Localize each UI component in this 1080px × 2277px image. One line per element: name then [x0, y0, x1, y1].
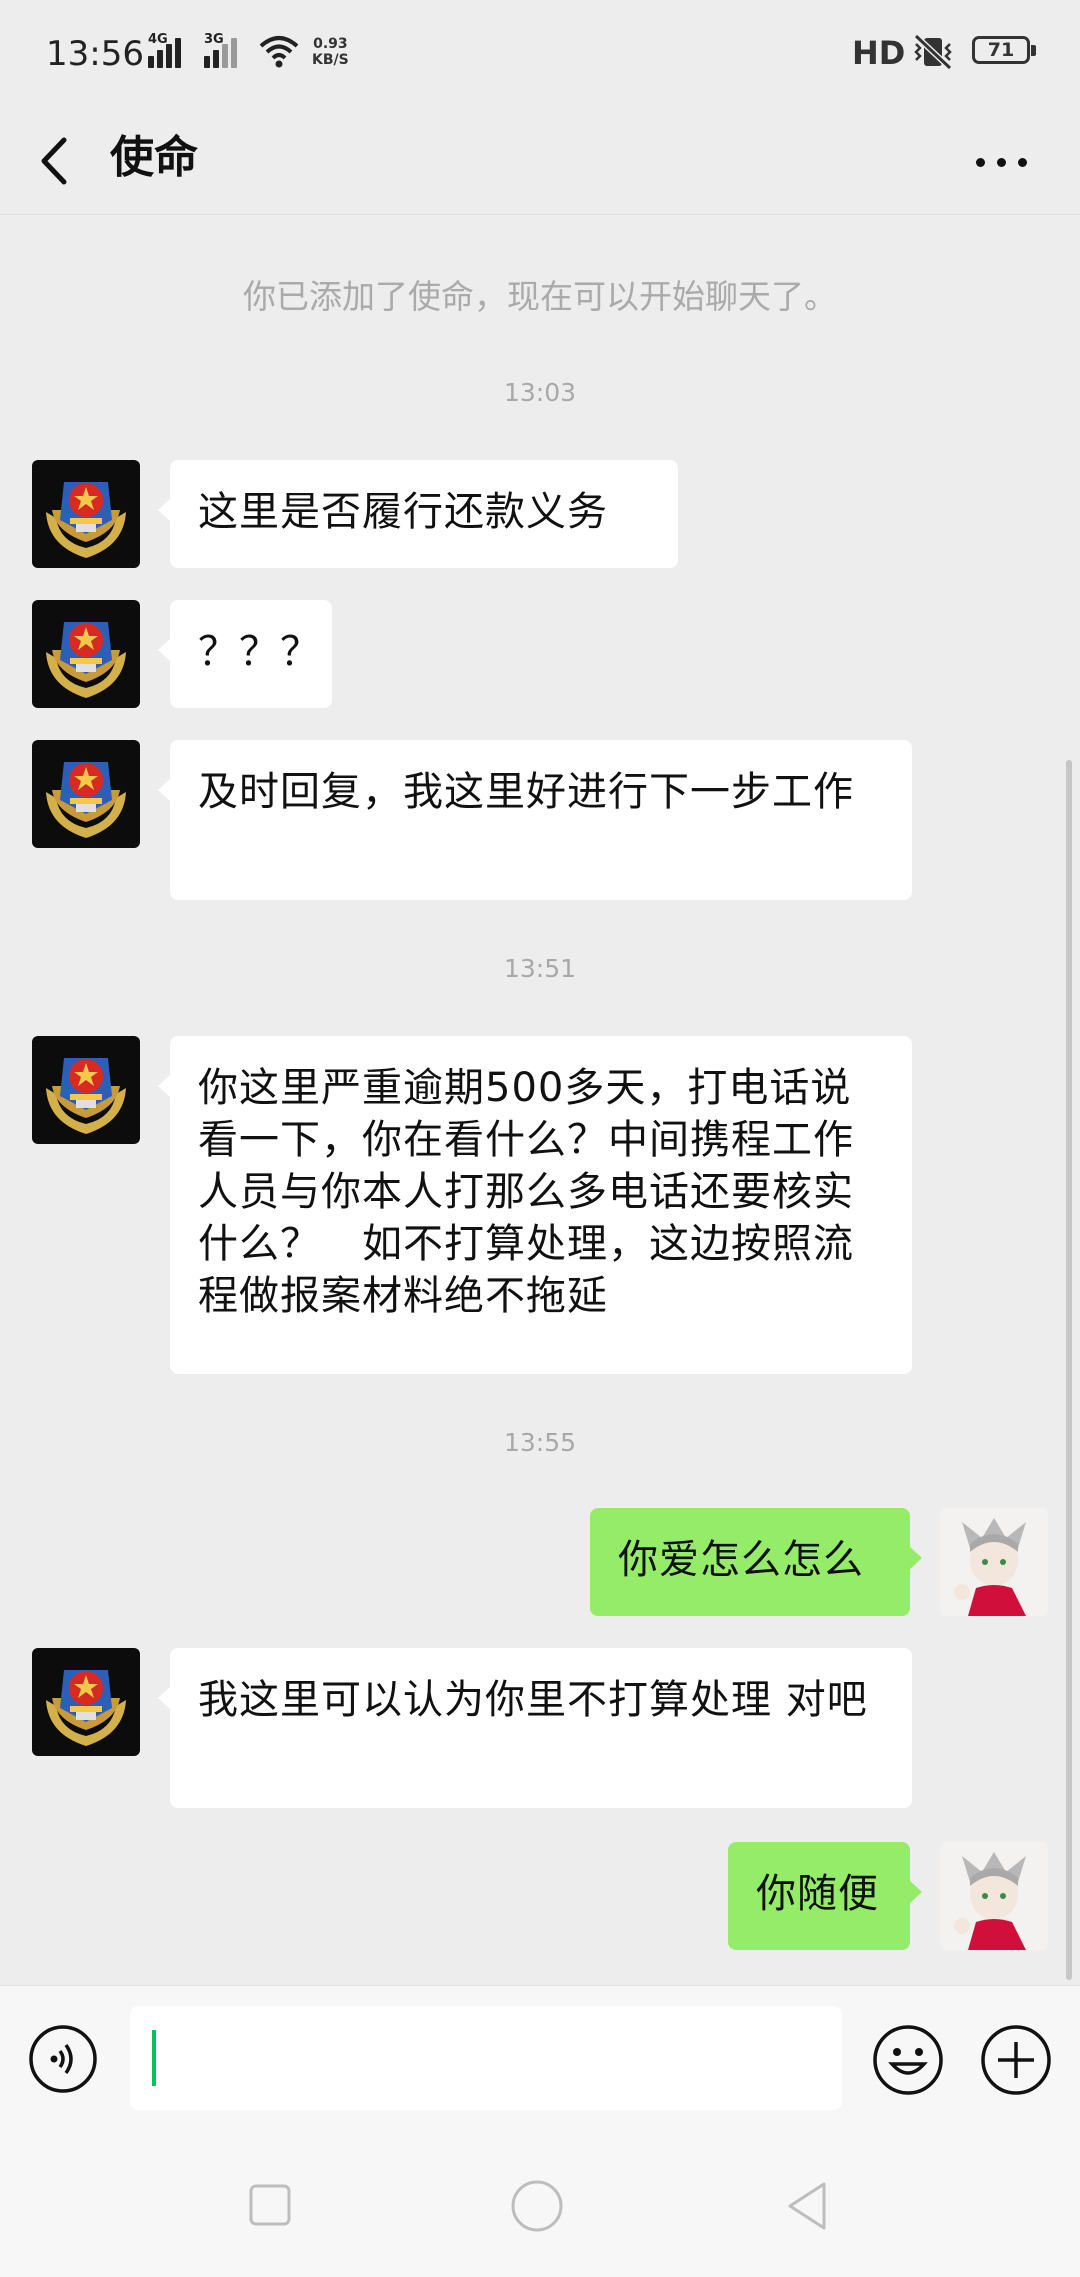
signal-3g-icon: 3G — [204, 32, 237, 68]
contact-avatar[interactable] — [32, 600, 140, 708]
timestamp: 13:03 — [503, 378, 577, 407]
status-bar: 13:56 4G 3G 0.93 KB/S HD 71 — [0, 0, 1080, 110]
signal-4g-icon: 4G — [148, 32, 181, 68]
contact-avatar[interactable] — [32, 1036, 140, 1144]
square-icon[interactable] — [248, 2183, 292, 2227]
more-dots-icon[interactable] — [976, 148, 1046, 176]
battery-icon: 71 — [972, 36, 1036, 64]
police-emblem-icon — [46, 762, 126, 838]
police-emblem-icon — [46, 1058, 126, 1134]
user-avatar[interactable] — [940, 1842, 1048, 1950]
message-bubble[interactable]: 这里是否履行还款义务 — [158, 460, 678, 568]
police-emblem-icon — [46, 1670, 126, 1746]
triangle-back-icon[interactable] — [784, 2179, 832, 2233]
voice-icon[interactable] — [28, 2024, 98, 2094]
input-bar — [0, 1985, 1080, 2126]
wifi-icon — [259, 36, 299, 68]
chat-title: 使命 — [110, 132, 198, 183]
status-time: 13:56 — [46, 34, 144, 74]
chat-scrollbar[interactable] — [1066, 760, 1072, 1980]
chat-header: 使命 — [0, 110, 1080, 214]
contact-avatar[interactable] — [32, 740, 140, 848]
system-message: 你已添加了使命，现在可以开始聊天了。 — [243, 277, 837, 316]
message-bubble-sent[interactable]: 你爱怎么怎么 — [590, 1508, 922, 1616]
police-emblem-icon — [46, 622, 126, 698]
vibrate-mute-icon — [913, 33, 953, 71]
header-divider — [0, 214, 1080, 215]
anime-avatar-icon — [940, 1508, 1048, 1616]
text-cursor — [152, 2030, 156, 2086]
plus-icon[interactable] — [980, 2024, 1052, 2096]
contact-avatar[interactable] — [32, 1648, 140, 1756]
circle-icon[interactable] — [510, 2179, 564, 2233]
timestamp: 13:55 — [503, 1428, 577, 1457]
hd-indicator: HD — [852, 34, 906, 72]
emoji-icon[interactable] — [872, 2024, 944, 2096]
system-nav-bar — [0, 2125, 1080, 2277]
message-input[interactable] — [130, 2006, 842, 2110]
police-emblem-icon — [46, 482, 126, 558]
network-speed: 0.93 KB/S — [312, 36, 349, 68]
message-bubble-sent[interactable]: 你随便 — [728, 1842, 922, 1950]
message-bubble[interactable]: 你这里严重逾期500多天，打电话说看一下，你在看什么？中间携程工作人员与你本人打… — [158, 1036, 912, 1374]
anime-avatar-icon — [940, 1842, 1048, 1950]
message-bubble[interactable]: 我这里可以认为你里不打算处理 对吧 — [158, 1648, 912, 1808]
user-avatar[interactable] — [940, 1508, 1048, 1616]
message-bubble[interactable]: ？？？ — [158, 600, 332, 708]
timestamp: 13:51 — [503, 954, 577, 983]
chevron-left-icon[interactable] — [32, 126, 82, 196]
contact-avatar[interactable] — [32, 460, 140, 568]
message-bubble[interactable]: 及时回复，我这里好进行下一步工作 — [158, 740, 912, 900]
